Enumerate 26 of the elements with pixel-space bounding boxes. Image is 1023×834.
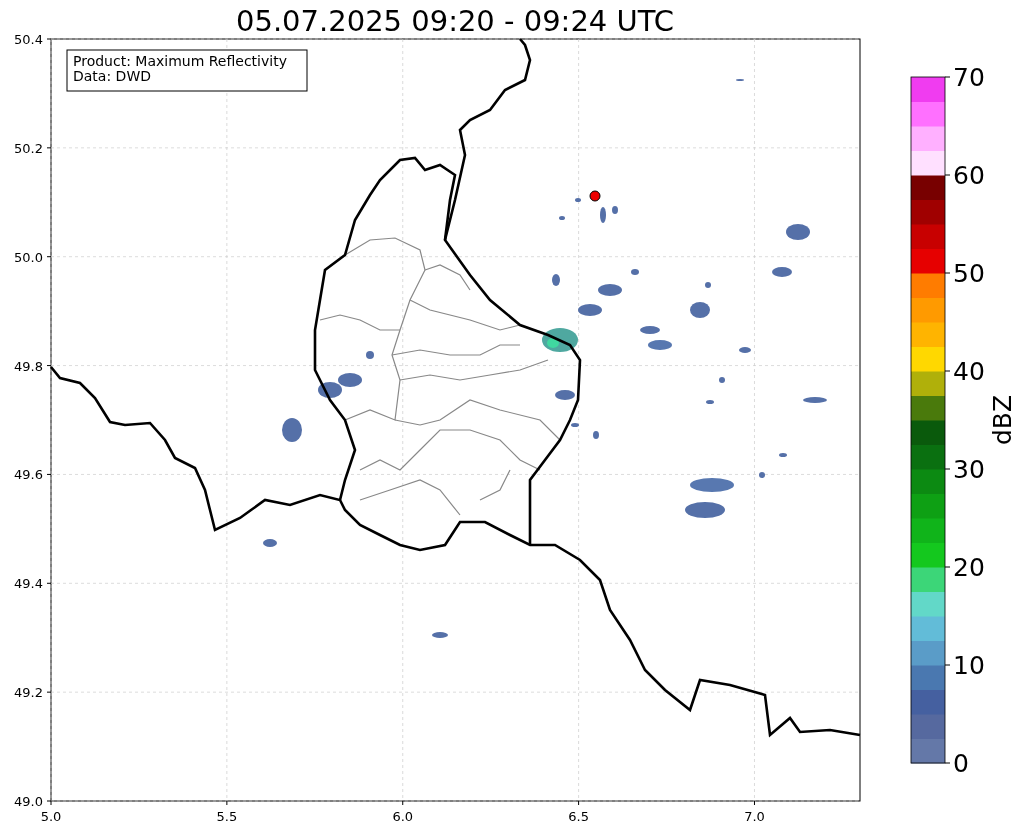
y-tick-label: 49.6 [14, 467, 43, 483]
y-tick-label: 49.2 [14, 685, 43, 701]
colorbar-tick-label: 20 [953, 553, 985, 582]
colorbar-tick-label: 60 [953, 161, 985, 190]
colorbar-tick-label: 70 [953, 63, 985, 92]
colorbar-tick-label: 50 [953, 259, 985, 288]
y-tick-label: 49.0 [14, 794, 43, 809]
info-text: Product: Maximum Reflectivity [73, 53, 287, 69]
y-tick-label: 49.8 [14, 358, 43, 374]
x-tick-label: 5.0 [40, 809, 62, 824]
colorbar-tick-label: 10 [953, 651, 985, 680]
colorbar-tick-label: 0 [953, 749, 969, 778]
x-tick-label: 6.5 [568, 809, 589, 824]
y-tick-label: 50.0 [14, 249, 43, 265]
x-tick-label: 5.5 [216, 809, 238, 824]
figure-title: 05.07.2025 09:20 - 09:24 UTC [236, 4, 674, 38]
y-tick-label: 49.4 [14, 576, 43, 592]
x-tick-label: 6.0 [392, 809, 414, 824]
x-tick-label: 7.0 [744, 809, 765, 824]
location-marker-icon [589, 190, 601, 202]
y-tick-label: 50.4 [14, 32, 43, 47]
colorbar-tick-label: 40 [953, 357, 985, 386]
colorbar-label: dBZ [988, 394, 1017, 446]
info-text: Data: DWD [73, 68, 151, 84]
colorbar-tick-label: 30 [953, 455, 985, 484]
y-tick-label: 50.2 [14, 140, 43, 156]
